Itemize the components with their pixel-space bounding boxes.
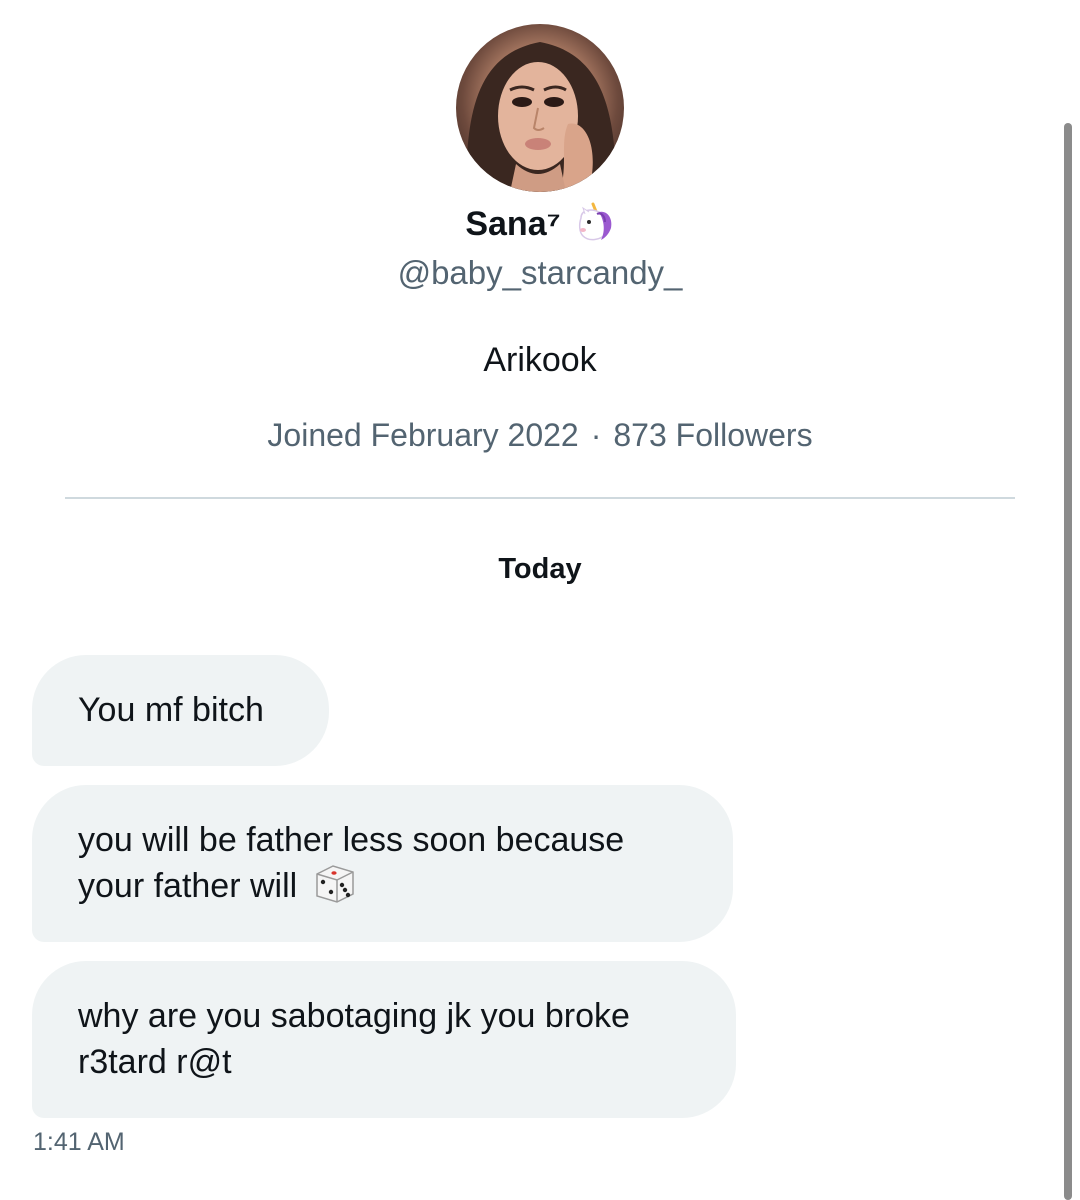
- message-text: You mf bitch: [78, 691, 264, 729]
- message-text-line-2: your father will: [78, 863, 687, 910]
- avatar-portrait: [466, 42, 616, 192]
- message-bubble[interactable]: You mf bitch: [32, 655, 329, 766]
- profile-avatar[interactable]: [456, 24, 624, 192]
- joined-date: Joined February 2022: [267, 417, 579, 453]
- message-text-line: why are you sabotaging jk you broke: [78, 997, 630, 1035]
- profile-bio: Arikook: [483, 341, 597, 379]
- message-text-line-2: r3tard r@t: [78, 1043, 232, 1081]
- scrollbar[interactable]: [1064, 123, 1072, 1200]
- meta-separator: ·: [590, 417, 602, 453]
- profile-handle[interactable]: @baby_starcandy_: [0, 250, 1080, 296]
- profile-meta: Joined February 2022 · 873 Followers: [0, 412, 1080, 458]
- followers-count[interactable]: 873 Followers: [613, 417, 812, 453]
- message-text-line: you will be father less soon because: [78, 821, 625, 859]
- message-timestamp: 1:41 AM: [33, 1128, 125, 1156]
- message-text: your father will: [78, 867, 298, 905]
- message-bubble[interactable]: why are you sabotaging jk you broke r3ta…: [32, 961, 736, 1118]
- dice-icon: [311, 862, 359, 906]
- display-name: Sana⁷: [465, 205, 561, 243]
- profile-name-row: Sana⁷: [0, 200, 1080, 248]
- profile-divider: [65, 497, 1015, 499]
- unicorn-icon: [571, 200, 615, 244]
- date-label: Today: [498, 553, 582, 585]
- message-bubble[interactable]: you will be father less soon because you…: [32, 785, 733, 942]
